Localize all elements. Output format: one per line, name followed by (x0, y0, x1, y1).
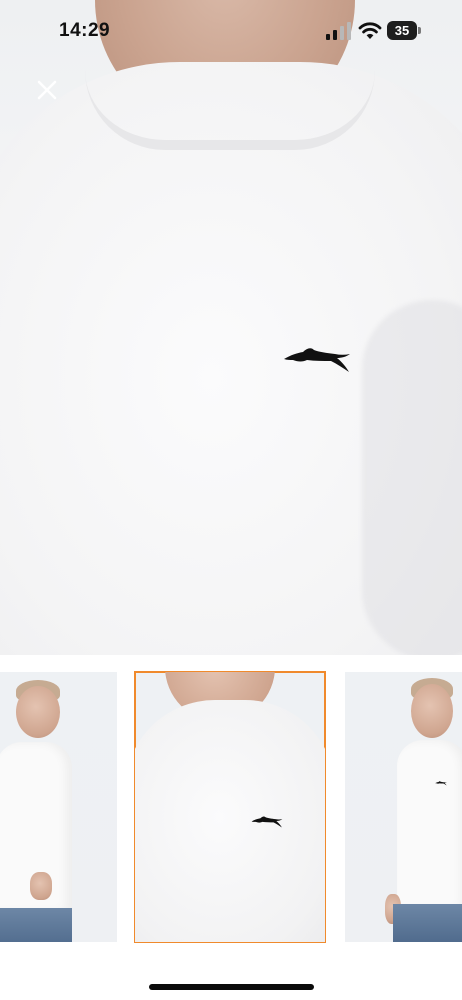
close-icon[interactable] (28, 71, 66, 109)
wifi-icon (358, 22, 382, 39)
status-bar: 14:29 35 (0, 0, 462, 62)
tshirt-fabric (135, 700, 325, 942)
battery-icon: 35 (387, 21, 423, 40)
cellular-signal-icon (326, 22, 351, 40)
fabric-shadow (362, 300, 462, 655)
cheetah-logo (284, 348, 350, 372)
battery-level: 35 (394, 23, 410, 38)
thumbnail-model-side-view[interactable] (0, 672, 117, 942)
model-jeans (0, 908, 72, 942)
status-time: 14:29 (59, 20, 111, 41)
home-indicator[interactable] (149, 984, 314, 990)
model-jeans (393, 904, 462, 942)
thumbnail-model-looking-down[interactable] (345, 672, 462, 942)
cheetah-logo (251, 816, 283, 828)
model-hand (30, 872, 52, 900)
product-image-viewer[interactable] (0, 0, 462, 655)
battery-tip (418, 27, 421, 34)
thumbnail-strip[interactable] (0, 671, 462, 944)
tshirt-collar (85, 70, 375, 150)
model-tshirt (397, 740, 462, 910)
thumbnail-chest-closeup[interactable] (134, 671, 326, 943)
model-head (16, 686, 60, 738)
cheetah-logo (435, 781, 447, 786)
model-head (411, 684, 453, 738)
